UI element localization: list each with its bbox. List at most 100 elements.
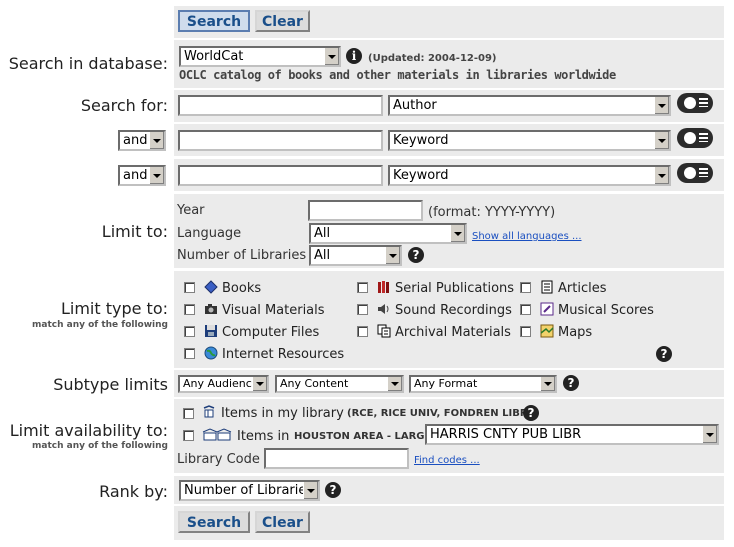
database-description: OCLC catalog of books and other material… <box>179 68 616 82</box>
add-row-icon[interactable] <box>677 163 713 183</box>
year-input[interactable] <box>308 200 423 221</box>
internet-label: Internet Resources <box>222 347 345 362</box>
rank-select[interactable]: Number of Libraries <box>179 480 320 501</box>
books-label: Books <box>222 281 262 296</box>
search-index-value-1: Author <box>393 98 437 113</box>
books-checkbox[interactable] <box>184 282 195 293</box>
chevron-down-icon <box>303 482 318 499</box>
chevron-down-icon <box>387 377 402 391</box>
language-label: Language <box>177 226 242 241</box>
library-icon <box>203 405 215 418</box>
boolean-value-2: and <box>123 133 148 148</box>
sound-checkbox[interactable] <box>357 304 368 315</box>
chevron-down-icon <box>654 167 669 184</box>
my-library-label: Items in my library <box>221 406 344 421</box>
speaker-icon <box>378 304 389 314</box>
help-icon[interactable]: ? <box>563 375 579 391</box>
area-library-select[interactable]: HARRIS CNTY PUB LIBR <box>425 424 719 445</box>
article-icon <box>541 280 553 294</box>
boolean-value-3: and <box>123 168 148 183</box>
help-icon[interactable]: ? <box>523 405 539 421</box>
internet-checkbox[interactable] <box>184 348 195 359</box>
chevron-down-icon <box>324 48 339 65</box>
chevron-down-icon <box>252 377 267 391</box>
help-icon[interactable]: ? <box>656 346 672 362</box>
clear-button-bottom[interactable]: Clear <box>255 511 310 533</box>
search-index-value-2: Keyword <box>393 133 449 148</box>
search-button-top[interactable]: Search <box>178 10 250 32</box>
area-checkbox[interactable] <box>183 430 194 441</box>
library-code-input[interactable] <box>264 448 409 469</box>
format-value: Any Format <box>414 377 478 390</box>
audience-value: Any Audience <box>183 377 259 390</box>
chevron-down-icon <box>450 225 465 242</box>
sound-label: Sound Recordings <box>395 303 512 318</box>
search-button-bottom[interactable]: Search <box>178 511 250 533</box>
year-label: Year <box>177 203 205 218</box>
search-term-input-1[interactable] <box>178 95 383 116</box>
chevron-down-icon <box>702 426 717 443</box>
availability-sublabel: match any of the following <box>32 441 168 451</box>
limit-label: Limit to: <box>101 222 168 241</box>
database-select-value: WorldCat <box>184 49 244 64</box>
archival-checkbox[interactable] <box>357 326 368 337</box>
content-value: Any Content <box>280 377 349 390</box>
search-term-input-2[interactable] <box>178 130 383 151</box>
map-icon <box>540 324 554 338</box>
chevron-down-icon <box>540 377 555 391</box>
scores-checkbox[interactable] <box>520 304 531 315</box>
archival-label: Archival Materials <box>395 325 511 340</box>
year-format-hint: (format: YYYY-YYYY) <box>428 205 556 220</box>
find-codes-link[interactable]: Find codes ... <box>414 455 480 466</box>
boolean-select-3[interactable]: and <box>118 165 166 186</box>
audience-select[interactable]: Any Audience <box>178 375 269 393</box>
database-select[interactable]: WorldCat <box>179 46 341 67</box>
scores-label: Musical Scores <box>558 303 654 318</box>
articles-checkbox[interactable] <box>520 282 531 293</box>
my-library-detail: (RCE, RICE UNIV, FONDREN LIBR) <box>347 408 533 419</box>
info-icon[interactable]: i <box>346 48 362 64</box>
availability-label: Limit availability to: <box>9 421 168 440</box>
language-select[interactable]: All <box>309 223 467 244</box>
serials-label: Serial Publications <box>395 281 515 296</box>
show-all-languages-link[interactable]: Show all languages ... <box>472 231 582 242</box>
libraries-select[interactable]: All <box>309 245 402 266</box>
area-label: Items in <box>237 429 290 444</box>
boolean-select-2[interactable]: and <box>118 130 166 151</box>
my-library-checkbox[interactable] <box>183 408 194 419</box>
help-icon[interactable]: ? <box>408 247 424 263</box>
book-icon <box>204 280 218 294</box>
library-code-label: Library Code <box>177 452 260 467</box>
archive-icon <box>377 324 391 338</box>
chevron-down-icon <box>654 132 669 149</box>
serials-checkbox[interactable] <box>357 282 368 293</box>
format-select[interactable]: Any Format <box>409 375 557 393</box>
computer-label: Computer Files <box>222 325 320 340</box>
maps-checkbox[interactable] <box>520 326 531 337</box>
floppy-icon <box>205 325 217 337</box>
area-library-value: HARRIS CNTY PUB LIBR <box>430 427 582 442</box>
search-term-input-3[interactable] <box>178 165 383 186</box>
search-index-select-1[interactable]: Author <box>388 95 671 116</box>
articles-label: Articles <box>558 281 607 296</box>
add-row-icon[interactable] <box>677 128 713 148</box>
chevron-down-icon <box>149 167 164 184</box>
computer-checkbox[interactable] <box>184 326 195 337</box>
database-label: Search in database: <box>8 54 168 73</box>
help-icon[interactable]: ? <box>325 482 341 498</box>
search-index-select-3[interactable]: Keyword <box>388 165 671 186</box>
type-label: Limit type to: <box>60 299 168 318</box>
libraries-label: Number of Libraries <box>177 248 307 263</box>
search-index-value-3: Keyword <box>393 168 449 183</box>
globe-icon <box>204 346 218 360</box>
area-detail: HOUSTON AREA - LARGE <box>294 431 432 442</box>
clear-button-top[interactable]: Clear <box>255 10 310 32</box>
language-value: All <box>314 226 331 241</box>
visual-checkbox[interactable] <box>184 304 195 315</box>
database-updated: (Updated: 2004-12-09) <box>368 53 497 64</box>
add-row-icon[interactable] <box>677 93 713 113</box>
content-select[interactable]: Any Content <box>275 375 404 393</box>
chevron-down-icon <box>149 132 164 149</box>
library-group-icon <box>202 428 232 441</box>
search-index-select-2[interactable]: Keyword <box>388 130 671 151</box>
